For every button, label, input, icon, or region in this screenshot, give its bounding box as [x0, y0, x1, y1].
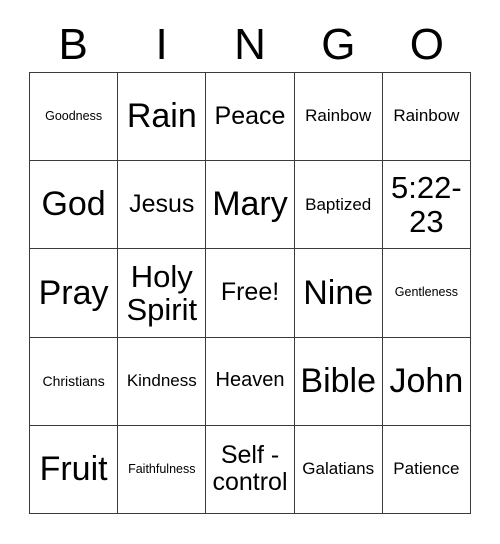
bingo-cell-label: Galatians [302, 459, 375, 479]
bingo-cell-label: Mary [212, 185, 288, 224]
bingo-cell-label: Patience [393, 459, 460, 479]
bingo-cell[interactable]: Bible [294, 337, 383, 426]
bingo-header-letter-o: O [409, 20, 444, 69]
bingo-cell[interactable]: Rain [118, 73, 207, 162]
bingo-cell-label: John [389, 361, 464, 400]
bingo-cell[interactable]: Christians [30, 337, 119, 426]
bingo-cell[interactable]: Fruit [30, 425, 119, 514]
bingo-cell-label: Fruit [39, 450, 108, 489]
bingo-cell-label: Jesus [129, 190, 195, 219]
bingo-cell-label: Rain [126, 97, 197, 136]
bingo-cell-label: Pray [38, 273, 109, 312]
bingo-cell-label: Faithfulness [128, 461, 196, 476]
bingo-cell[interactable]: John [382, 337, 471, 426]
bingo-cell[interactable]: Mary [206, 161, 295, 250]
bingo-cell-label: Peace [214, 102, 286, 131]
bingo-cell-label: Baptized [305, 194, 372, 214]
bingo-cell[interactable]: Kindness [118, 337, 207, 426]
bingo-cell[interactable]: Nine [294, 249, 383, 338]
bingo-cell[interactable]: Rainbow [294, 73, 383, 162]
bingo-cell[interactable]: Self - control [206, 425, 295, 514]
bingo-cell-label: Free! [220, 278, 280, 307]
bingo-cell-label: Holy Spirit [126, 258, 198, 327]
bingo-cell[interactable]: Goodness [30, 73, 119, 162]
bingo-cell[interactable]: 5:22-23 [382, 161, 471, 250]
bingo-header-letter-g: G [321, 20, 356, 69]
bingo-cell-label: 5:22-23 [391, 170, 462, 239]
bingo-cell[interactable]: Holy Spirit [118, 249, 207, 338]
bingo-cell[interactable]: God [30, 161, 119, 250]
bingo-cell[interactable]: Pray [30, 249, 119, 338]
bingo-cell-label: Kindness [126, 371, 197, 391]
bingo-cell[interactable]: Jesus [118, 161, 207, 250]
bingo-cell[interactable]: Baptized [294, 161, 383, 250]
bingo-cell[interactable]: Galatians [294, 425, 383, 514]
bingo-header-letter-n: N [234, 20, 266, 69]
bingo-cell[interactable]: Patience [382, 425, 471, 514]
bingo-cell-label: God [41, 185, 106, 224]
bingo-header-letter-b: B [58, 20, 88, 69]
bingo-card: B I N G O Goodness Rain Peace Rainbow Rainbow God… [0, 0, 500, 544]
bingo-cell-label: Self - control [212, 441, 288, 497]
bingo-cell[interactable]: Gentleness [382, 249, 471, 338]
bingo-cell-label: Heaven [215, 369, 285, 392]
bingo-cell[interactable]: Peace [206, 73, 295, 162]
bingo-cell-label: Nine [303, 273, 374, 312]
bingo-cell[interactable]: Rainbow [382, 73, 471, 162]
bingo-cell-label: Christians [42, 372, 105, 389]
bingo-cell-label: Rainbow [393, 106, 460, 126]
bingo-cell-label: Rainbow [305, 106, 372, 126]
bingo-cell-label: Bible [300, 361, 376, 400]
bingo-grid: Goodness Rain Peace Rainbow Rainbow God Jesus M… [29, 72, 471, 514]
bingo-header-letter-i: I [155, 20, 168, 69]
bingo-cell[interactable]: Faithfulness [118, 425, 207, 514]
bingo-cell[interactable]: Heaven [206, 337, 295, 426]
bingo-cell-label: Gentleness [394, 285, 458, 300]
bingo-header-row: BINGO [29, 18, 471, 72]
bingo-cell[interactable]: Free! [206, 249, 295, 338]
bingo-cell-label: Goodness [45, 108, 103, 123]
